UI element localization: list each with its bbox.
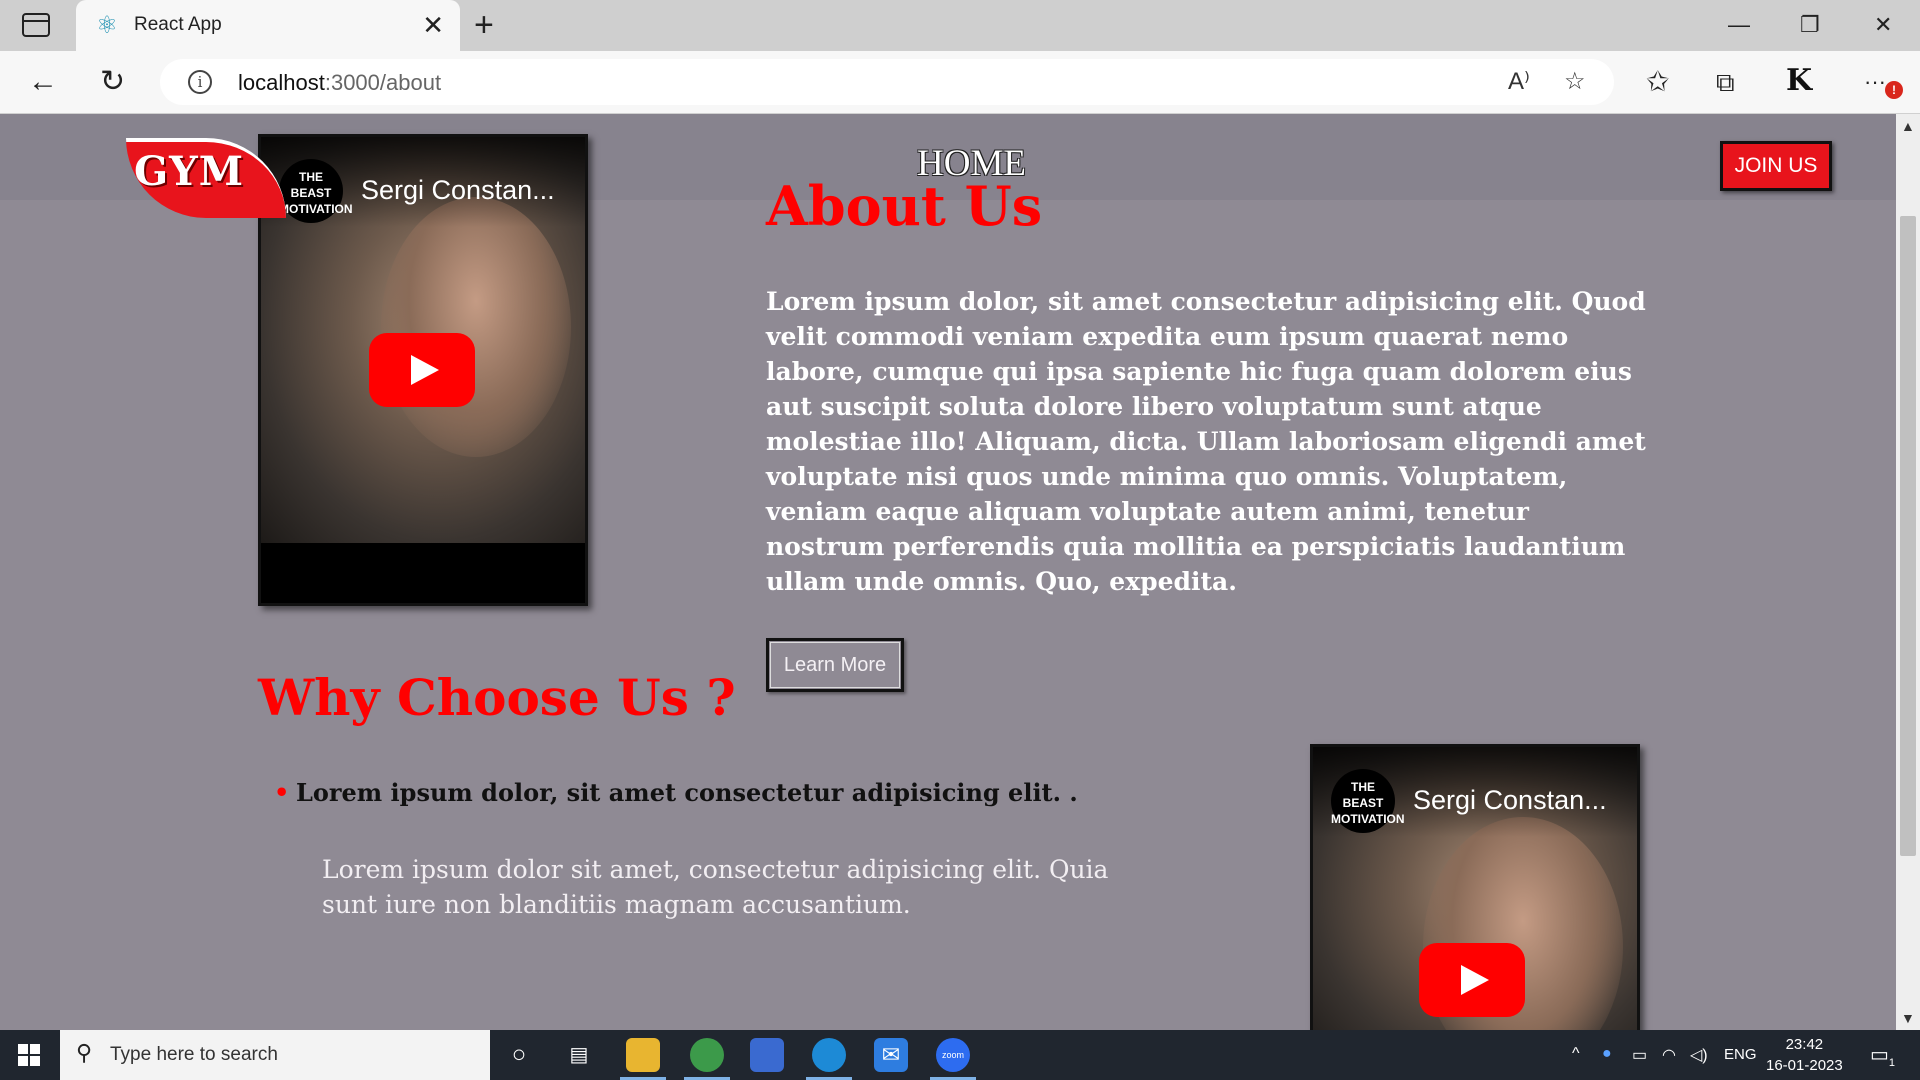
url-text[interactable]: localhost:3000/about [238,70,441,96]
tray-chevron-icon[interactable]: ^ [1572,1045,1580,1063]
volume-icon[interactable]: ◁) [1690,1045,1708,1065]
task-view-icon[interactable]: ▤ [562,1038,596,1072]
page-viewport: THE BEAST MOTIVATION Sergi Constan... GY… [0,114,1896,1030]
scroll-up-icon[interactable]: ▲ [1901,118,1915,134]
clock-date: 16-01-2023 [1766,1057,1843,1074]
profile-icon[interactable]: K [1786,62,1812,100]
notification-count: 1 [1888,1057,1896,1069]
wifi-icon[interactable]: ◠ [1662,1045,1676,1065]
browser-tab-active[interactable]: ⚛ React App ✕ [76,0,460,51]
video-thumbnail-subject [381,197,571,457]
info-icon[interactable]: i [188,70,212,94]
window-close-icon[interactable]: ✕ [1874,8,1892,42]
taskbar-clock[interactable]: 23:42 16-01-2023 [1766,1034,1843,1076]
play-icon[interactable] [1419,943,1525,1017]
why-bullet-item: Lorem ipsum dolor, sit amet consectetur … [274,778,1078,807]
page-scrollbar[interactable]: ▲ ▼ [1896,114,1920,1030]
scroll-thumb[interactable] [1900,216,1916,856]
react-icon: ⚛ [96,12,118,39]
channel-logo[interactable]: THE BEAST MOTIVATION [279,159,353,223]
tab-title: React App [134,14,222,35]
logo-text: GYM [134,148,244,195]
cortana-icon[interactable]: ○ [502,1038,536,1072]
browser-tab-bar: ⚛ React App ✕ + — ❐ ✕ [0,0,1920,51]
video-title[interactable]: Sergi Constan... [1413,785,1607,816]
learn-more-button[interactable]: Learn More [766,638,904,692]
channel-logo[interactable]: THE BEAST MOTIVATION [1331,769,1405,833]
battery-icon[interactable]: ▭ [1632,1045,1647,1065]
why-choose-title: Why Choose Us ? [258,668,736,727]
scroll-down-icon[interactable]: ▼ [1901,1010,1915,1026]
tab-actions-icon[interactable] [22,13,50,37]
about-title: About Us [766,174,1043,238]
notification-icon[interactable]: ▭1 [1870,1042,1895,1069]
address-bar[interactable]: i localhost:3000/about A⁾ ☆ [160,59,1614,105]
edge-icon[interactable] [806,1038,852,1080]
refresh-icon[interactable]: ↻ [100,63,125,101]
about-paragraph: Lorem ipsum dolor, sit amet consectetur … [766,287,1646,596]
store-icon[interactable] [750,1038,784,1072]
clock-time: 23:42 [1785,1036,1824,1053]
zoom-icon[interactable]: zoom [930,1038,976,1080]
chrome-icon[interactable] [684,1038,730,1080]
collections-icon[interactable]: ⧉ [1716,63,1735,101]
file-explorer-icon[interactable] [620,1038,666,1080]
read-aloud-icon[interactable]: A⁾ [1508,66,1530,98]
video-embed-about[interactable]: THE BEAST MOTIVATION Sergi Constan... [258,134,588,606]
why-paragraph: Lorem ipsum dolor sit amet, consectetur … [322,855,1109,919]
plus-icon[interactable]: + [474,6,494,44]
more-icon[interactable]: ··· [1864,63,1886,101]
windows-taskbar: ⚲ Type here to search ○ ▤ ✉ zoom ^ ● ▭ ◠… [0,1030,1920,1080]
browser-toolbar: ← ↻ i localhost:3000/about A⁾ ☆ ✩ ⧉ K ··… [0,51,1920,114]
add-favorite-icon[interactable]: ☆ [1564,66,1586,98]
back-arrow-icon[interactable]: ← [28,63,58,101]
taskbar-search[interactable]: ⚲ Type here to search [60,1030,490,1080]
search-placeholder: Type here to search [110,1044,278,1065]
zoom-tray-icon[interactable]: ● [1602,1045,1612,1063]
windows-start-icon[interactable] [18,1044,40,1066]
video-title[interactable]: Sergi Constan... [361,175,555,206]
video-embed-why[interactable]: THE BEAST MOTIVATION Sergi Constan... [1310,744,1640,1030]
search-icon: ⚲ [76,1040,93,1065]
maximize-icon[interactable]: ❐ [1800,8,1820,42]
mail-icon[interactable]: ✉ [874,1038,908,1072]
join-us-button[interactable]: JOIN US [1720,141,1832,191]
language-indicator[interactable]: ENG [1724,1046,1757,1063]
favorites-icon[interactable]: ✩ [1646,63,1669,101]
play-icon[interactable] [369,333,475,407]
minimize-icon[interactable]: — [1728,8,1750,42]
update-badge: ! [1885,81,1903,99]
close-icon[interactable]: ✕ [422,11,444,39]
